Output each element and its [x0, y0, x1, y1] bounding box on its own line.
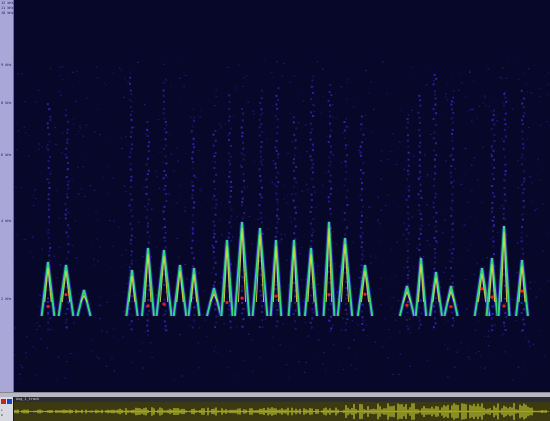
spectrogram-canvas[interactable] — [14, 0, 550, 392]
freq-label: 2 kHz — [1, 297, 12, 301]
freq-label: 11 kHz — [1, 6, 14, 10]
freq-label: 12 kHz — [1, 1, 14, 5]
freq-label: 9 kHz — [1, 63, 12, 67]
channel-left-label: L — [1, 408, 3, 412]
waveform-image — [14, 403, 550, 420]
freq-label: 4 kHz — [1, 219, 12, 223]
frequency-axis: 12 kHz 11 kHz 10 kHz 9 kHz 8 kHz 6 kHz 4… — [0, 0, 14, 392]
waveform-track[interactable] — [14, 402, 550, 421]
spectrogram-image — [14, 60, 550, 381]
freq-label: 10 kHz — [1, 11, 14, 15]
blue-channel-icon[interactable] — [7, 399, 12, 404]
channel-controls: L R — [0, 397, 13, 421]
channel-right-label: R — [1, 413, 3, 417]
freq-label: 6 kHz — [1, 153, 12, 157]
spectrogram-window: 12 kHz 11 kHz 10 kHz 9 kHz 8 kHz 6 kHz 4… — [0, 0, 550, 421]
freq-label: 8 kHz — [1, 101, 12, 105]
red-channel-icon[interactable] — [1, 399, 6, 404]
waveform-panel: L R Aug_1_track — [0, 397, 550, 421]
